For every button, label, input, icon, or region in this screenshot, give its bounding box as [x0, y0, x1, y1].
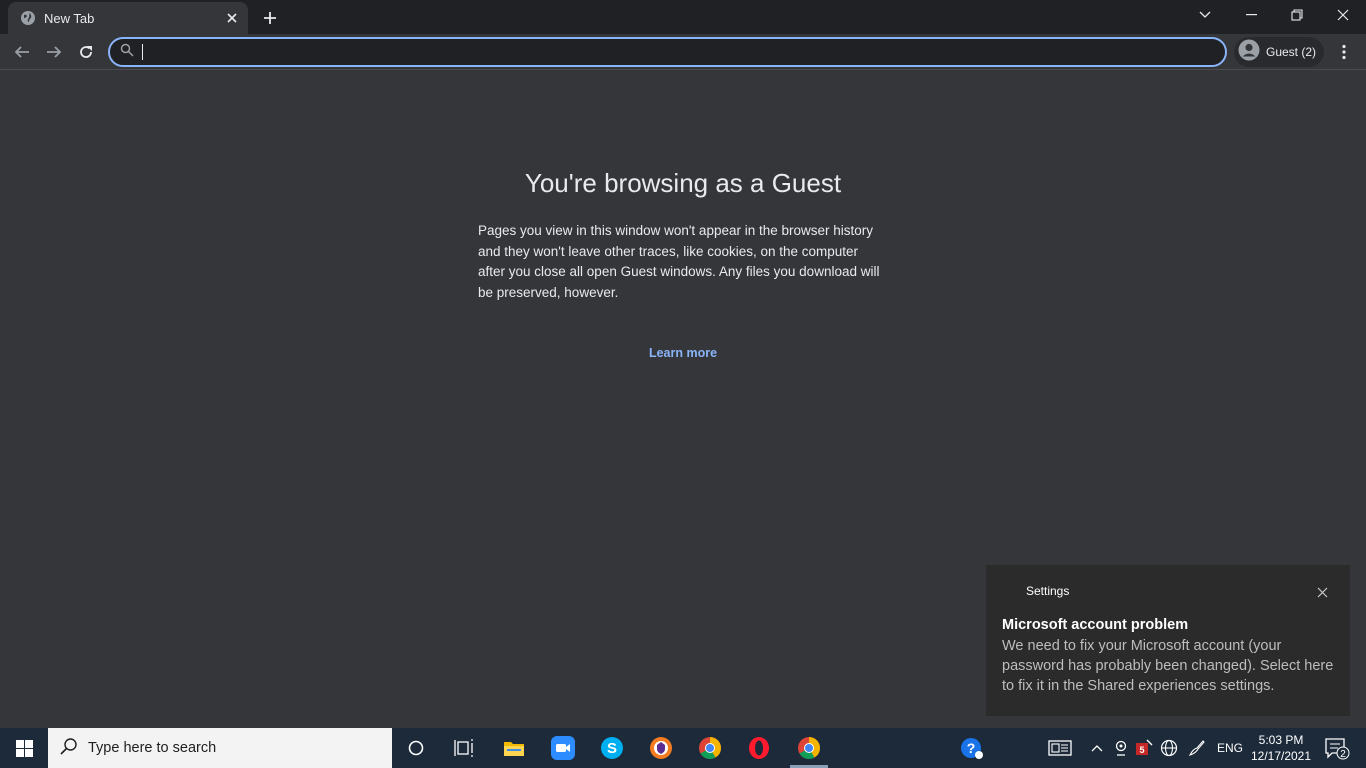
forward-arrow-icon[interactable] [40, 38, 68, 66]
page-title: You're browsing as a Guest [524, 168, 842, 198]
notification-count: 2 [1340, 749, 1346, 760]
tab-close-icon[interactable] [222, 8, 242, 28]
svg-text:5: 5 [1139, 745, 1144, 755]
globe-icon [20, 10, 36, 26]
new-tab-button[interactable] [258, 6, 282, 30]
webcam-icon[interactable] [1112, 728, 1130, 768]
omnibox-input[interactable] [151, 44, 1225, 60]
antivirus-icon[interactable]: 5 [1134, 728, 1154, 768]
taskbar-search-input[interactable]: Type here to search [48, 728, 392, 768]
search-icon [60, 737, 78, 760]
learn-more-label[interactable]: Learn more [649, 346, 717, 360]
toast-title: Microsoft account problem [1002, 617, 1189, 633]
restore-button[interactable] [1274, 0, 1320, 30]
pen-icon[interactable] [1186, 728, 1208, 768]
clock-time: 5:03 PM [1258, 733, 1304, 747]
action-center-icon[interactable]: 2 [1322, 728, 1352, 768]
close-window-button[interactable] [1320, 0, 1366, 30]
network-globe-icon[interactable] [1158, 728, 1180, 768]
reload-icon[interactable] [72, 38, 100, 66]
chevron-up-icon[interactable] [1088, 728, 1106, 768]
system-clock[interactable]: 5:03 PM 12/17/2021 [1244, 732, 1318, 764]
tab-new-tab[interactable]: New Tab [8, 2, 248, 34]
language-label: ENG [1216, 741, 1243, 755]
guest-description: Pages you view in this window won't appe… [478, 223, 880, 300]
close-icon[interactable] [1312, 582, 1332, 602]
kebab-menu-icon[interactable] [1332, 38, 1356, 66]
cortana-icon[interactable] [392, 728, 440, 768]
taskbar: Type here to search S ? 5 ENG 5:03 PM 12… [0, 728, 1366, 768]
browser-toolbar: Guest (2) [0, 34, 1366, 70]
avatar-icon [1238, 39, 1260, 66]
omnibox[interactable] [108, 37, 1227, 67]
opera-icon[interactable] [735, 728, 783, 768]
minimize-button[interactable] [1228, 0, 1274, 30]
search-placeholder: Type here to search [88, 740, 217, 756]
profile-button[interactable]: Guest (2) [1234, 37, 1324, 67]
profile-label: Guest (2) [1266, 45, 1317, 59]
avast-browser-icon[interactable] [637, 728, 685, 768]
tab-strip: New Tab [0, 0, 1366, 34]
help-icon[interactable]: ? [958, 728, 986, 768]
toast-body: We need to fix your Microsoft account (y… [1002, 638, 1334, 694]
svg-text:S: S [607, 740, 617, 757]
svg-text:?: ? [967, 740, 976, 756]
file-explorer-icon[interactable] [490, 728, 538, 768]
news-widget-icon[interactable] [1046, 728, 1074, 768]
tab-search-chevron-icon[interactable] [1182, 0, 1228, 30]
toast-app-name: Settings [1026, 584, 1070, 598]
notification-toast[interactable]: Settings Microsoft account problem We ne… [986, 565, 1350, 716]
language-indicator[interactable]: ENG [1214, 728, 1246, 768]
skype-icon[interactable]: S [588, 728, 636, 768]
learn-more-link[interactable]: Learn more [0, 346, 1366, 360]
clock-date: 12/17/2021 [1250, 749, 1312, 763]
chrome-active-icon[interactable] [785, 728, 833, 768]
back-arrow-icon[interactable] [8, 38, 36, 66]
text-caret [142, 44, 143, 60]
chrome-icon[interactable] [686, 728, 734, 768]
zoom-icon[interactable] [539, 728, 587, 768]
tab-title: New Tab [44, 10, 95, 26]
windows-start-icon[interactable] [0, 728, 48, 768]
search-icon [120, 43, 134, 62]
task-view-icon[interactable] [440, 728, 488, 768]
